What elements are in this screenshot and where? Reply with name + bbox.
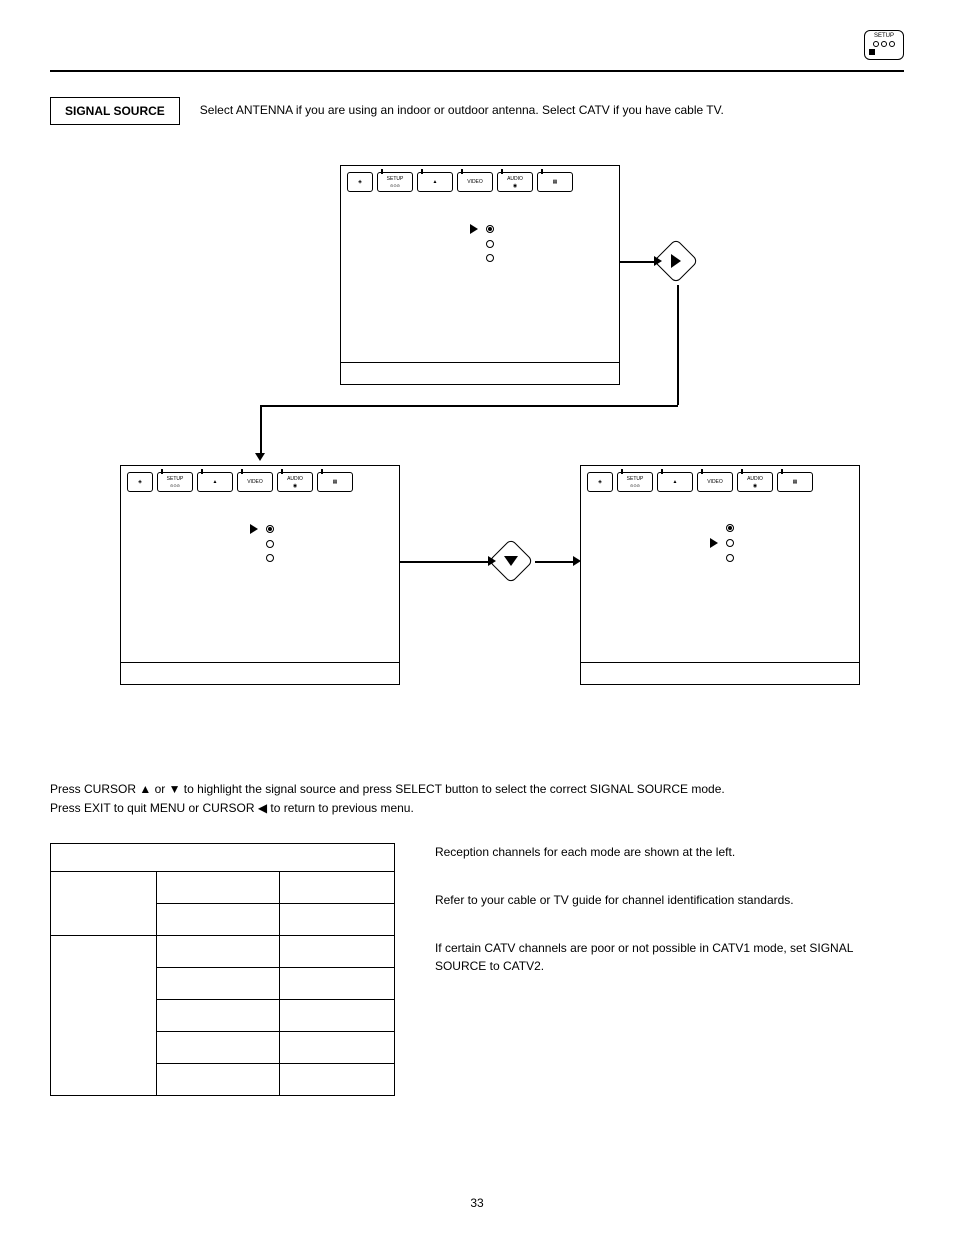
instr-1c: to highlight the signal source and press… bbox=[180, 782, 724, 796]
instr-2a: Press EXIT to quit MENU or CURSOR bbox=[50, 801, 258, 815]
menu-screen-3: ◈ SETUP⊙⊙⊙ ▲ VIDEO AUDIO◉ ▦ bbox=[580, 465, 860, 685]
section-intro: Select ANTENNA if you are using an indoo… bbox=[200, 97, 724, 119]
tab-audio: AUDIO◉ bbox=[277, 472, 313, 492]
badge-label: SETUP bbox=[865, 33, 903, 39]
page-number: 33 bbox=[0, 1196, 954, 1210]
reception-modes-table bbox=[50, 843, 395, 1096]
tab-setup: SETUP⊙⊙⊙ bbox=[377, 172, 413, 192]
cursor-left-icon bbox=[258, 801, 267, 815]
note-3: If certain CATV channels are poor or not… bbox=[435, 939, 904, 975]
tab-setup: SETUP⊙⊙⊙ bbox=[157, 472, 193, 492]
nav-icon: ◈ bbox=[347, 172, 373, 192]
tab-audio: AUDIO◉ bbox=[497, 172, 533, 192]
flow-diagram: ◈ SETUP⊙⊙⊙ ▲ VIDEO AUDIO◉ ▦ ◈ SETUP⊙⊙⊙ ▲… bbox=[50, 165, 904, 745]
setup-badge-icon: SETUP bbox=[864, 30, 904, 60]
nav-icon: ◈ bbox=[587, 472, 613, 492]
tab-2: ▲ bbox=[657, 472, 693, 492]
instr-1b: or bbox=[151, 782, 168, 796]
cursor-down-glyph-icon bbox=[169, 782, 181, 796]
note-2: Refer to your cable or TV guide for chan… bbox=[435, 891, 904, 909]
nav-icon: ◈ bbox=[127, 472, 153, 492]
tab-video: VIDEO bbox=[697, 472, 733, 492]
tab-2: ▲ bbox=[417, 172, 453, 192]
instr-1a: Press CURSOR bbox=[50, 782, 139, 796]
tab-setup: SETUP⊙⊙⊙ bbox=[617, 472, 653, 492]
tab-audio: AUDIO◉ bbox=[737, 472, 773, 492]
menu-screen-2: ◈ SETUP⊙⊙⊙ ▲ VIDEO AUDIO◉ ▦ bbox=[120, 465, 400, 685]
note-1: Reception channels for each mode are sho… bbox=[435, 843, 904, 861]
tab-5: ▦ bbox=[777, 472, 813, 492]
instructions: Press CURSOR or to highlight the signal … bbox=[50, 780, 904, 818]
tab-video: VIDEO bbox=[237, 472, 273, 492]
tab-2: ▲ bbox=[197, 472, 233, 492]
tab-5: ▦ bbox=[317, 472, 353, 492]
instr-2b: to return to previous menu. bbox=[267, 801, 414, 815]
tab-video: VIDEO bbox=[457, 172, 493, 192]
section-title: SIGNAL SOURCE bbox=[50, 97, 180, 125]
notes: Reception channels for each mode are sho… bbox=[435, 843, 904, 1005]
cursor-up-icon bbox=[139, 782, 151, 796]
menu-screen-1: ◈ SETUP⊙⊙⊙ ▲ VIDEO AUDIO◉ ▦ bbox=[340, 165, 620, 385]
top-divider bbox=[50, 70, 904, 72]
tab-5: ▦ bbox=[537, 172, 573, 192]
